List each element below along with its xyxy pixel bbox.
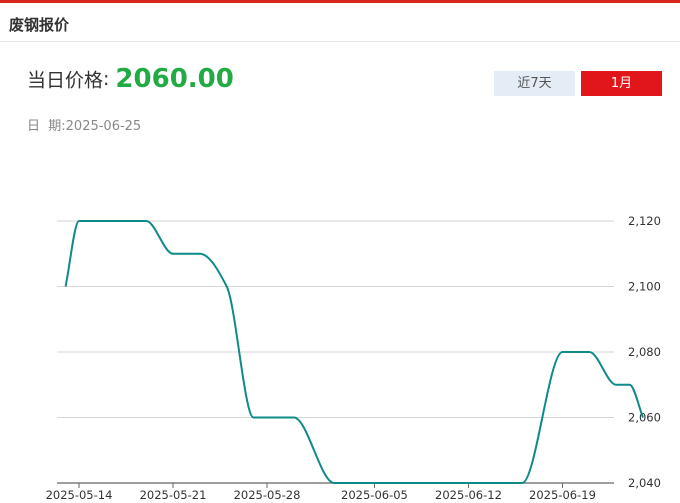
x-tick-label: 2025-06-12 [435,488,502,502]
y-tick-label: 2,040 [628,476,661,490]
x-tick-label: 2025-05-28 [234,488,301,502]
x-tick-label: 2025-05-21 [140,488,207,502]
x-tick-label: 2025-06-19 [529,488,596,502]
price-line-chart: 2,040 2,060 2,080 2,100 2,120 2025-05-14 2025-… [46,214,661,502]
y-tick-label: 2,060 [628,411,661,425]
x-tick-label: 2025-06-05 [341,488,408,502]
x-tick-label: 2025-05-14 [46,488,113,502]
y-tick-label: 2,120 [628,214,661,228]
y-tick-label: 2,080 [628,345,661,359]
y-tick-label: 2,100 [628,280,661,294]
